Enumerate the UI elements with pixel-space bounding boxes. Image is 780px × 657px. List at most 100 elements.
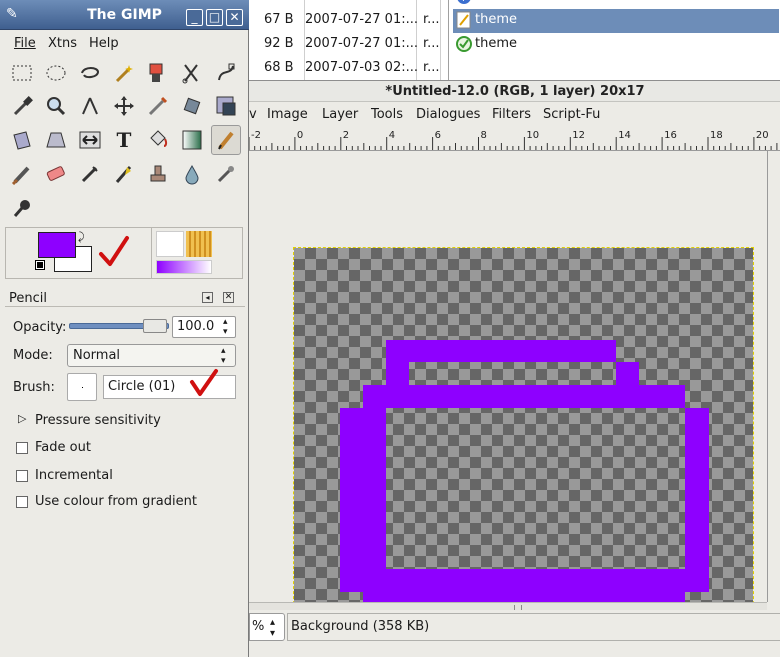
menu-layer[interactable]: Layer — [322, 107, 358, 122]
column-divider — [440, 0, 441, 80]
menu-filters[interactable]: Filters — [492, 107, 531, 122]
blur-icon[interactable] — [177, 159, 207, 189]
file-date: 2007-07-27 01:... — [305, 12, 419, 27]
rotate-icon[interactable] — [177, 91, 207, 121]
toolbox-titlebar[interactable]: ✎ The GIMP _ □ ✕ — [0, 0, 249, 30]
airbrush-icon[interactable] — [75, 159, 105, 189]
menu-view[interactable]: v — [249, 107, 257, 122]
vertical-ruler[interactable] — [767, 151, 780, 602]
opacity-spinbox[interactable]: 100.0 ▴ ▾ — [172, 316, 236, 338]
gradient-colour-option[interactable]: Use colour from gradient — [5, 489, 245, 515]
fuzzy-select-icon[interactable] — [109, 58, 139, 88]
ruler-label: 4 — [389, 130, 395, 141]
ruler-label: 0 — [297, 130, 303, 141]
select-by-color-icon[interactable] — [143, 58, 173, 88]
rect-select-icon[interactable] — [7, 58, 37, 88]
menu-file[interactable]: File — [14, 36, 36, 51]
opacity-slider-handle[interactable] — [143, 319, 167, 333]
menu-tools[interactable]: Tools — [371, 107, 403, 122]
ellipse-select-icon[interactable] — [41, 58, 71, 88]
tab-menu-icon[interactable]: ◂ — [202, 292, 213, 303]
menu-xtns[interactable]: Xtns — [48, 36, 77, 51]
menu-script-fu[interactable]: Script-Fu — [543, 107, 600, 122]
flip-icon[interactable] — [75, 125, 105, 155]
measure-icon[interactable] — [75, 91, 105, 121]
pencil-icon[interactable] — [211, 125, 241, 155]
move-icon[interactable] — [109, 91, 139, 121]
tree-row-theme-selected[interactable]: theme — [453, 9, 779, 33]
scale-icon[interactable] — [211, 91, 241, 121]
dodge-burn-icon[interactable] — [7, 193, 37, 223]
eraser-icon[interactable] — [41, 159, 71, 189]
file-date: 2007-07-03 02:... — [305, 60, 419, 75]
opacity-row: Opacity: 100.0 ▴ ▾ — [5, 315, 245, 341]
file-row[interactable]: 68 B 2007-07-03 02:... r... — [248, 56, 440, 80]
clone-icon[interactable] — [143, 159, 173, 189]
ruler-label: 6 — [435, 130, 441, 141]
drawn-stroke — [616, 362, 639, 385]
theme-edit-icon — [455, 11, 473, 29]
paintbrush-icon[interactable] — [7, 159, 37, 189]
menu-dialogues[interactable]: Dialogues — [416, 107, 480, 122]
drawn-stroke — [386, 340, 409, 385]
ruler-label: 18 — [710, 130, 723, 141]
image-canvas[interactable] — [293, 247, 754, 639]
default-colors-icon[interactable] — [35, 260, 45, 270]
menu-help[interactable]: Help — [89, 36, 119, 51]
foreground-color[interactable] — [38, 232, 76, 258]
ink-icon[interactable] — [109, 159, 139, 189]
file-row[interactable]: 67 B 2007-07-27 01:... r... — [248, 8, 440, 32]
smudge-icon[interactable] — [211, 159, 241, 189]
pressure-expander[interactable]: ▷ Pressure sensitivity — [5, 408, 245, 434]
spin-arrows-icon[interactable]: ▴ ▾ — [223, 317, 228, 337]
color-picker-icon[interactable] — [7, 91, 37, 121]
brush-preview-button[interactable] — [67, 373, 97, 401]
text-icon[interactable]: T — [109, 125, 139, 155]
image-window: *Untitled-12.0 (RGB, 1 layer) 20x17 v Im… — [248, 80, 780, 657]
paths-icon[interactable] — [211, 58, 241, 88]
swap-colors-icon[interactable]: ⤸ — [78, 230, 85, 244]
tool-grid: T — [5, 56, 245, 226]
ruler-label: 2 — [343, 130, 349, 141]
free-select-icon[interactable] — [75, 58, 105, 88]
fade-out-checkbox[interactable] — [16, 442, 28, 454]
canvas-area[interactable] — [249, 151, 767, 639]
tree-row-theme[interactable]: theme — [453, 33, 779, 57]
brush-preview[interactable] — [156, 231, 184, 257]
perspective-icon[interactable] — [41, 125, 71, 155]
ruler-label: 8 — [481, 130, 487, 141]
shear-icon[interactable] — [7, 125, 37, 155]
scissors-icon[interactable] — [177, 58, 207, 88]
brush-label: Brush: — [13, 380, 55, 395]
mode-row: Mode: Normal ▴ ▾ — [5, 343, 245, 369]
tool-options-title: Pencil — [9, 291, 47, 306]
pressure-label: Pressure sensitivity — [35, 413, 161, 428]
file-size: 68 B — [264, 60, 294, 75]
incremental-option[interactable]: Incremental — [5, 463, 245, 489]
zoom-select[interactable]: % ▴ ▾ — [249, 613, 285, 641]
minimize-button[interactable]: _ — [186, 9, 203, 26]
bucket-fill-icon[interactable] — [143, 125, 173, 155]
gradient-colour-checkbox[interactable] — [16, 496, 28, 508]
crop-icon[interactable] — [143, 91, 173, 121]
info-icon: i — [455, 0, 473, 6]
drawn-stroke — [363, 385, 685, 408]
pattern-preview[interactable] — [186, 231, 212, 257]
fade-out-option[interactable]: Fade out — [5, 435, 245, 461]
menu-image[interactable]: Image — [267, 107, 308, 122]
horizontal-ruler[interactable]: -2 0 2 4 6 8 10 12 14 16 18 20 — [249, 127, 780, 151]
blend-icon[interactable] — [177, 125, 207, 155]
gradient-preview[interactable] — [156, 260, 212, 274]
close-button[interactable]: ✕ — [226, 9, 243, 26]
close-tab-icon[interactable]: ✕ — [223, 292, 234, 303]
red-check-annotation — [190, 369, 218, 396]
gradient-colour-label: Use colour from gradient — [35, 494, 197, 509]
file-row[interactable]: 92 B 2007-07-27 01:... r... — [248, 32, 440, 56]
status-text: Background (358 KB) — [287, 613, 780, 641]
ruler-label: 20 — [756, 130, 769, 141]
mode-dropdown[interactable]: Normal ▴ ▾ — [67, 344, 236, 367]
incremental-checkbox[interactable] — [16, 470, 28, 482]
zoom-icon[interactable] — [41, 91, 71, 121]
dropdown-arrows-icon: ▴ ▾ — [221, 346, 226, 366]
maximize-button[interactable]: □ — [206, 9, 223, 26]
